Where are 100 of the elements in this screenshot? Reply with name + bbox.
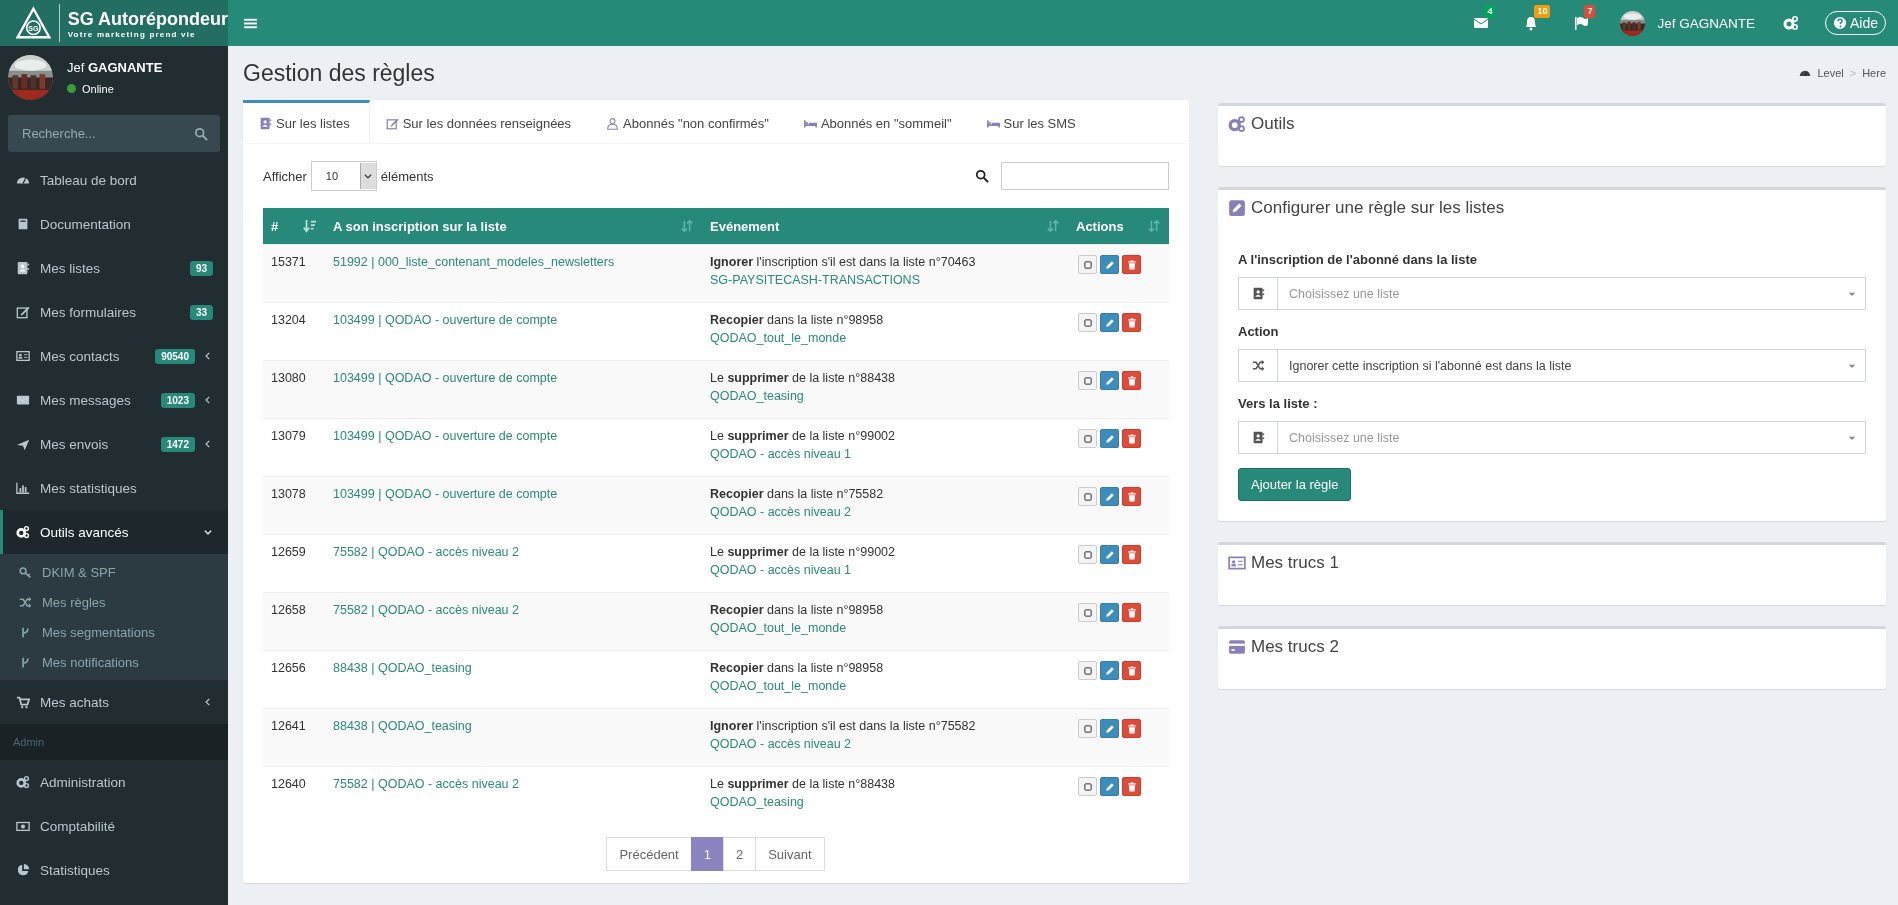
next-button[interactable]: Suivant — [755, 837, 825, 871]
sidebar-item[interactable]: Mes messages 1023 — [0, 378, 228, 422]
tab[interactable]: Sur les données renseignées — [369, 100, 591, 143]
list-link[interactable]: QODAO - accès niveau 1 — [710, 447, 852, 461]
sidebar-item[interactable]: Outils avancés — [0, 510, 228, 554]
delete-button[interactable] — [1122, 255, 1141, 274]
edit-button[interactable] — [1100, 661, 1119, 680]
edit-button[interactable] — [1100, 777, 1119, 796]
sidebar-item[interactable]: Mes achats — [0, 680, 228, 724]
list-link[interactable]: 88438 | QODAO_teasing — [333, 719, 472, 733]
list-select[interactable]: Ignorer cette inscription si l'abonné est dans la liste — [1238, 349, 1866, 382]
delete-button[interactable] — [1122, 719, 1141, 738]
toggle-button[interactable] — [1078, 777, 1097, 796]
page-length-select[interactable]: 10 — [310, 161, 377, 191]
toggle-button[interactable] — [1078, 371, 1097, 390]
delete-button[interactable] — [1122, 603, 1141, 622]
submenu-item[interactable]: Mes notifications — [0, 647, 228, 677]
submenu-item[interactable]: DKIM & SPF — [0, 557, 228, 587]
list-link[interactable]: 103499 | QODAO - ouverture de compte — [333, 313, 558, 327]
list-link[interactable]: QODAO_teasing — [710, 795, 804, 809]
list-link[interactable]: QODAO_tout_le_monde — [710, 331, 847, 345]
column-header[interactable]: A son inscription sur la liste — [333, 218, 507, 234]
delete-button[interactable] — [1122, 545, 1141, 564]
delete-button[interactable] — [1122, 313, 1141, 332]
tab[interactable]: Sur les listes — [243, 100, 370, 143]
pencil-icon — [1104, 317, 1115, 328]
delete-button[interactable] — [1122, 371, 1141, 390]
edit-button[interactable] — [1100, 429, 1119, 448]
delete-button[interactable] — [1122, 777, 1141, 796]
list-link[interactable]: 75582 | QODAO - accès niveau 2 — [333, 603, 519, 617]
sidebar-item[interactable]: Mes statistiques — [0, 466, 228, 510]
list-link[interactable]: 103499 | QODAO - ouverture de compte — [333, 429, 558, 443]
breadcrumb-item[interactable]: Here — [1862, 67, 1886, 79]
delete-button[interactable] — [1122, 661, 1141, 680]
edit-button[interactable] — [1100, 371, 1119, 390]
tab[interactable]: Abonnés "non confirmés" — [590, 100, 788, 143]
column-header[interactable]: # — [271, 218, 279, 234]
add-rule-button[interactable]: Ajouter la règle — [1238, 468, 1352, 501]
submenu-item[interactable]: Mes segmentations — [0, 617, 228, 647]
sidebar-item[interactable]: Mes contacts 90540 — [0, 334, 228, 378]
edit-button[interactable] — [1100, 603, 1119, 622]
edit-button[interactable] — [1100, 255, 1119, 274]
delete-button[interactable] — [1122, 487, 1141, 506]
shuffle-icon — [19, 595, 32, 609]
list-link[interactable]: 88438 | QODAO_teasing — [333, 661, 472, 675]
square-icon — [1082, 549, 1093, 560]
column-header[interactable]: Actions — [1076, 218, 1124, 234]
page-button[interactable]: 1 — [690, 837, 724, 871]
envelope-icon[interactable] — [1473, 15, 1490, 31]
page-button[interactable]: 2 — [722, 837, 757, 871]
sidebar-item[interactable]: Mes formulaires 33 — [0, 290, 228, 334]
list-link[interactable]: 75582 | QODAO - accès niveau 2 — [333, 777, 519, 791]
previous-button[interactable]: Précédent — [606, 837, 692, 871]
chevron-down-icon — [363, 171, 374, 181]
list-select[interactable]: Choisissez une liste — [1238, 421, 1866, 454]
toggle-button[interactable] — [1078, 603, 1097, 622]
flag-icon[interactable] — [1573, 15, 1590, 31]
fork-icon — [19, 625, 32, 639]
toggle-button[interactable] — [1078, 487, 1097, 506]
sidebar-item[interactable]: Mes envois 1472 — [0, 422, 228, 466]
toggle-button[interactable] — [1078, 661, 1097, 680]
list-link[interactable]: QODAO - accès niveau 1 — [710, 563, 852, 577]
list-link[interactable]: 103499 | QODAO - ouverture de compte — [333, 371, 558, 385]
menu-item-icon — [16, 393, 30, 407]
sidebar-item[interactable]: Administration — [0, 760, 228, 804]
list-link[interactable]: 75582 | QODAO - accès niveau 2 — [333, 545, 519, 559]
list-select[interactable]: Choisissez une liste — [1238, 277, 1866, 310]
edit-button[interactable] — [1100, 487, 1119, 506]
list-link[interactable]: QODAO_teasing — [710, 389, 804, 403]
sidebar-item[interactable]: Mes listes 93 — [0, 246, 228, 290]
submenu-item[interactable]: Mes règles — [0, 587, 228, 617]
list-link[interactable]: 103499 | QODAO - ouverture de compte — [333, 487, 558, 501]
toggle-button[interactable] — [1078, 719, 1097, 738]
sidebar-item[interactable]: Documentation — [0, 202, 228, 246]
toggle-button[interactable] — [1078, 313, 1097, 332]
list-link[interactable]: QODAO - accès niveau 2 — [710, 505, 852, 519]
menu-item-icon — [16, 819, 30, 833]
toggle-button[interactable] — [1078, 255, 1097, 274]
search-field[interactable] — [1001, 162, 1169, 190]
list-link[interactable]: QODAO_tout_le_monde — [710, 621, 847, 635]
sidebar-item[interactable]: Comptabilité — [0, 804, 228, 848]
list-link[interactable]: SG-PAYSITECASH-TRANSACTIONS — [710, 273, 920, 287]
tab[interactable]: Sur les SMS — [970, 100, 1095, 143]
edit-button[interactable] — [1100, 313, 1119, 332]
list-link[interactable]: QODAO_tout_le_monde — [710, 679, 847, 693]
list-link[interactable]: 51992 | 000_liste_contenant_modeles_newsletters — [333, 255, 615, 269]
user-name[interactable]: Jef GAGNANTE — [1657, 15, 1755, 31]
edit-button[interactable] — [1100, 545, 1119, 564]
event-text: Recopier dans la liste n°98958 — [710, 313, 885, 327]
tab[interactable]: Abonnés en "sommeil" — [787, 100, 971, 143]
toggle-button[interactable] — [1078, 545, 1097, 564]
delete-button[interactable] — [1122, 429, 1141, 448]
toggle-button[interactable] — [1078, 429, 1097, 448]
breadcrumb-item[interactable]: Level — [1817, 67, 1844, 79]
column-header[interactable]: Evénement — [710, 218, 780, 234]
edit-button[interactable] — [1100, 719, 1119, 738]
sidebar-item[interactable]: Statistiques — [0, 848, 228, 892]
list-link[interactable]: QODAO - accès niveau 2 — [710, 737, 852, 751]
sidebar-item[interactable]: Tableau de bord — [0, 158, 228, 202]
event-text: Recopier dans la liste n°75582 — [710, 487, 885, 501]
